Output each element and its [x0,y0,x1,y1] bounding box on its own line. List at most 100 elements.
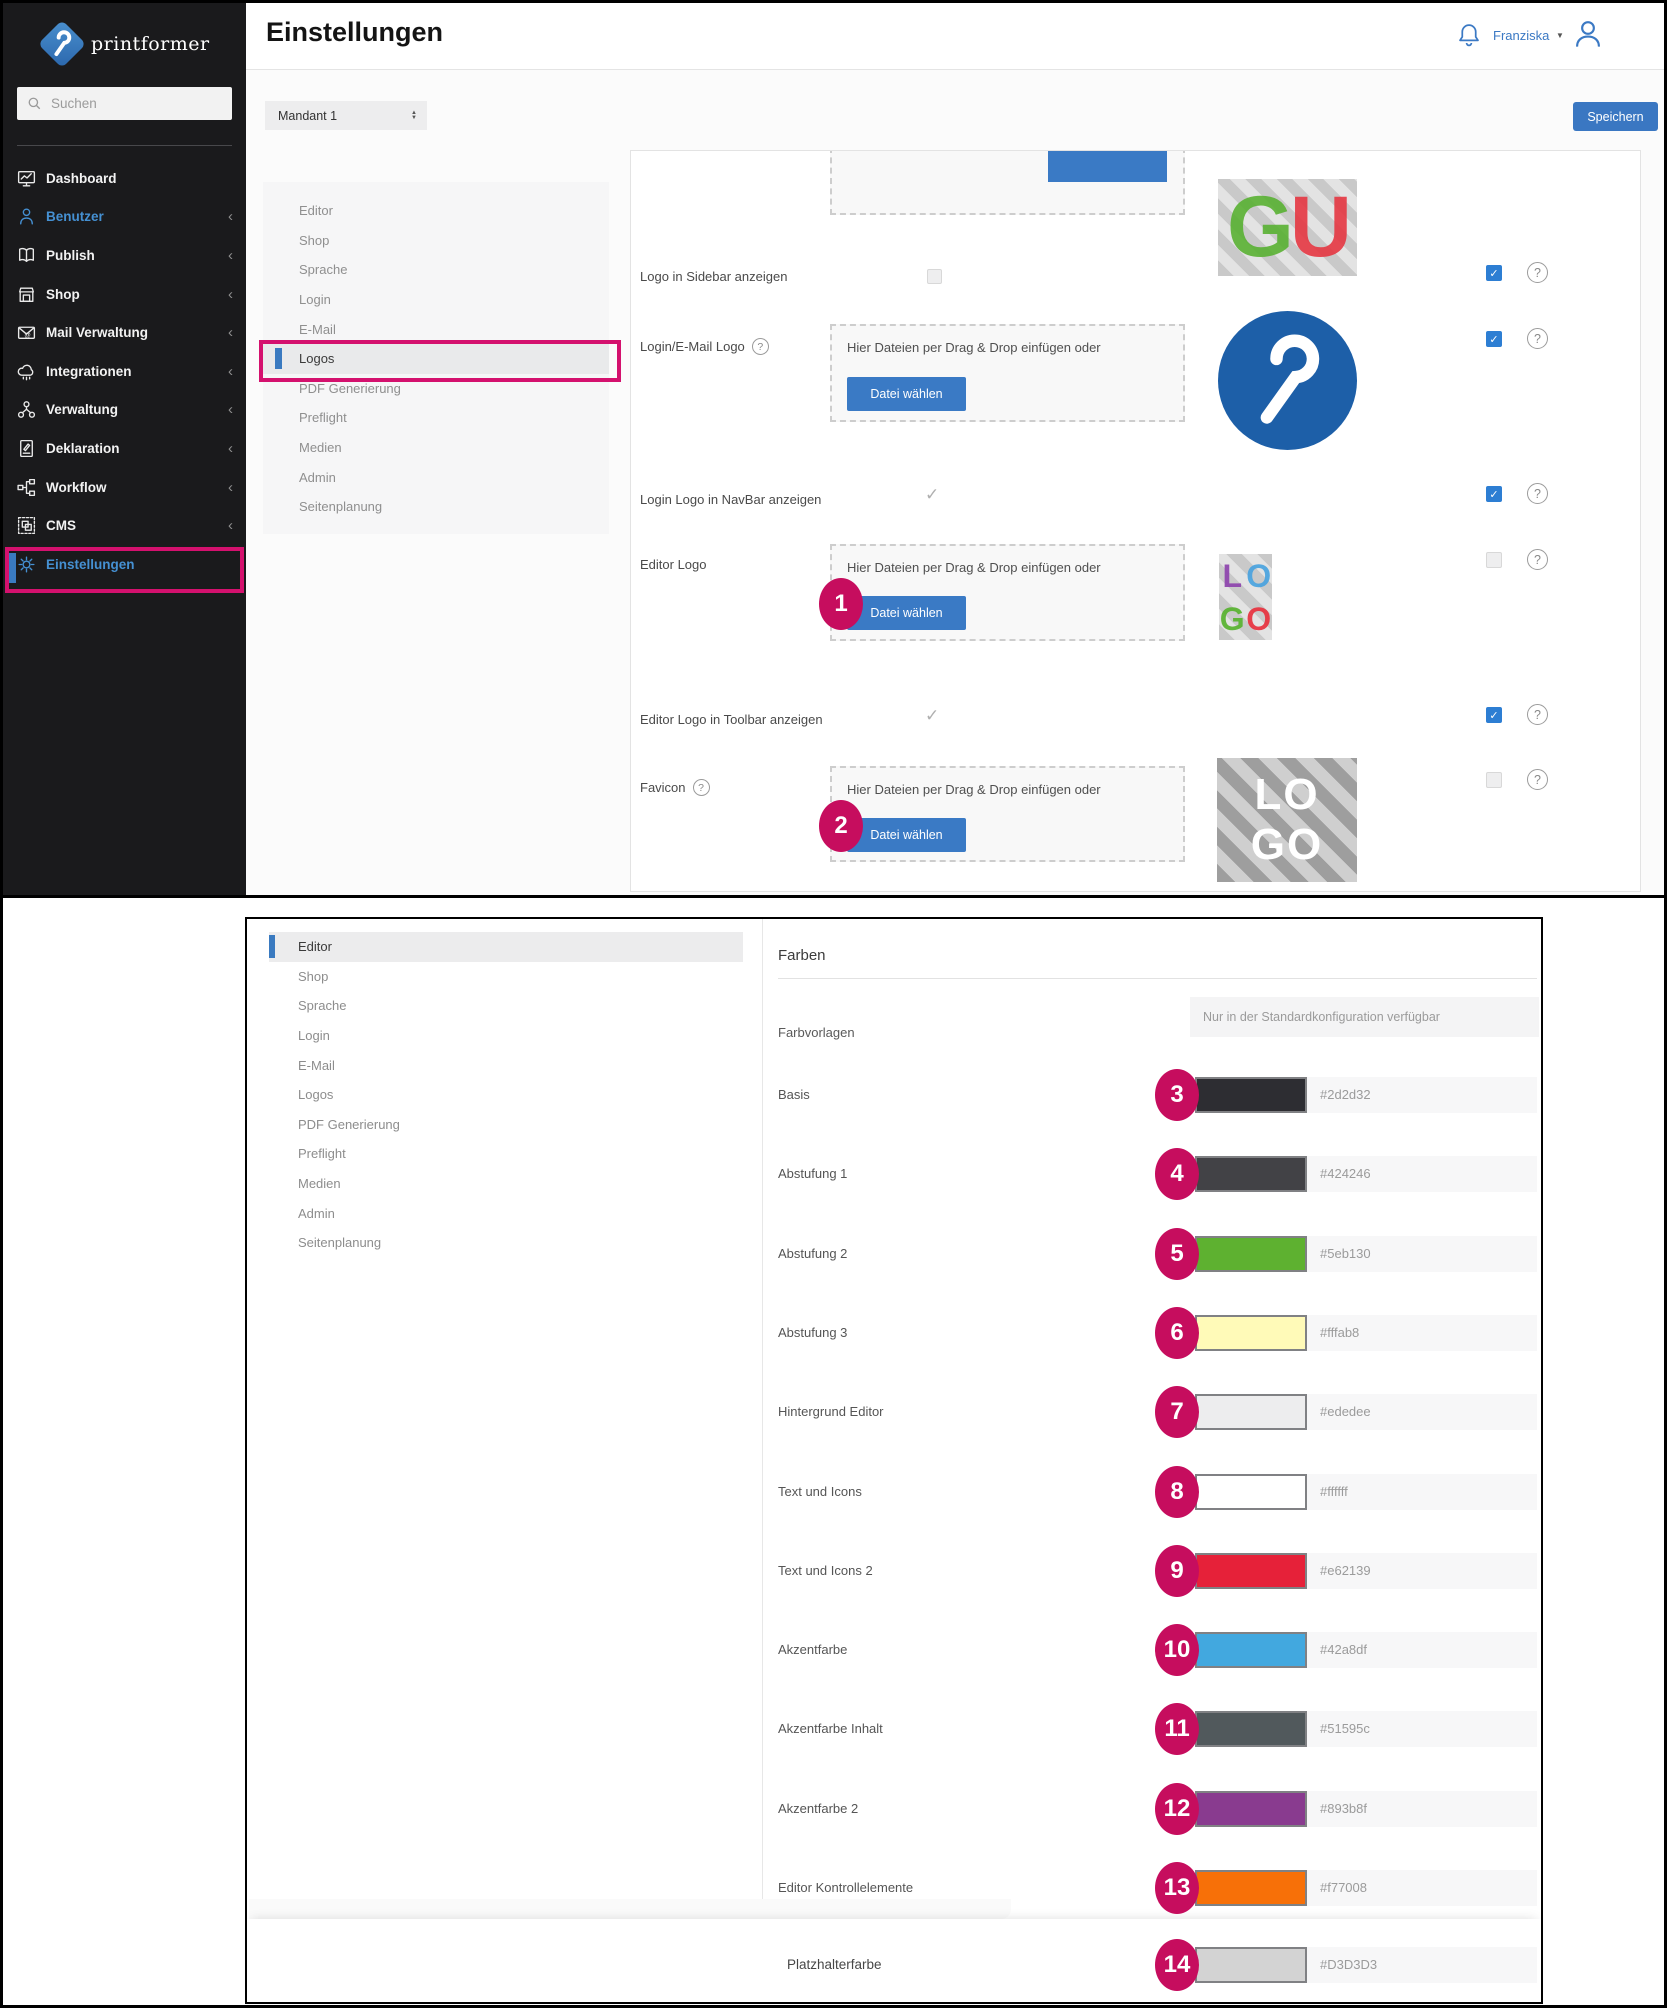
checkbox-logo-in-sidebar[interactable]: ✓ [927,269,942,284]
subnav-item-admin[interactable]: Admin [263,462,609,492]
subnav-item-seitenplanung[interactable]: Seitenplanung [269,1228,743,1258]
subnav-item-medien[interactable]: Medien [269,1169,743,1199]
help-icon[interactable]: ? [1527,704,1548,725]
help-icon[interactable]: ? [1527,262,1548,283]
save-button[interactable]: Speichern [1573,102,1658,131]
subnav-item-editor[interactable]: Editor [263,196,609,226]
sidebar-item-mail-verwaltung[interactable]: @ Mail Verwaltung‹ [3,313,246,352]
color-swatch[interactable] [1195,1474,1307,1510]
color-label: Abstufung 2 [778,1246,847,1261]
choose-file-button[interactable]: Datei wählen [847,818,966,852]
color-swatch[interactable] [1195,1077,1307,1113]
farbvorlagen-note: Nur in der Standardkonfiguration verfügb… [1190,997,1539,1037]
chevron-icon: ‹ [228,363,233,380]
choose-file-button[interactable]: Datei wählen [847,596,966,630]
subnav-item-editor[interactable]: Editor [269,932,743,962]
color-swatch[interactable] [1195,1791,1307,1827]
search-input[interactable]: Suchen [17,87,232,120]
color-hex-value: #893b8f [1320,1801,1367,1816]
sidebar-item-dashboard[interactable]: Dashboard [3,159,246,198]
subnav-item-sprache[interactable]: Sprache [269,991,743,1021]
subnav-item-sprache[interactable]: Sprache [263,255,609,285]
right-checkbox-1[interactable]: ✓ [1486,265,1502,281]
dashboard-icon [16,168,37,189]
user-menu-caret-icon[interactable]: ▼ [1556,31,1564,40]
subnav-item-admin[interactable]: Admin [269,1198,743,1228]
color-hex-value: #42a8df [1320,1642,1367,1657]
right-checkbox-5[interactable]: ✓ [1486,707,1502,723]
color-swatch[interactable] [1195,1711,1307,1747]
help-icon[interactable]: ? [693,779,710,796]
right-checkbox-3[interactable]: ✓ [1486,486,1502,502]
color-swatch[interactable] [1195,1156,1307,1192]
help-icon[interactable]: ? [1527,328,1548,349]
choose-file-button[interactable]: Datei wählen [847,377,966,411]
color-hex-value: #ededee [1320,1404,1371,1419]
label-farbvorlagen: Farbvorlagen [778,1025,855,1040]
sidebar-item-deklaration[interactable]: Deklaration‹ [3,429,246,468]
user-menu[interactable]: Franziska [1493,28,1549,43]
color-label: Abstufung 3 [778,1325,847,1340]
mail-icon: @ [16,322,37,343]
panel-divider [762,919,763,2002]
subnav-item-seitenplanung[interactable]: Seitenplanung [263,492,609,522]
checkbox-editor-logo-toolbar[interactable]: ✓ [925,706,939,726]
checkbox-login-logo-navbar[interactable]: ✓ [925,485,939,505]
label-login-logo-navbar: Login Logo in NavBar anzeigen [640,492,821,507]
header: Einstellungen Franziska ▼ [246,3,1664,70]
subnav-item-e-mail[interactable]: E-Mail [263,314,609,344]
subnav-item-pdf-generierung[interactable]: PDF Generierung [269,1110,743,1140]
color-swatch[interactable] [1195,1394,1307,1430]
sidebar-item-verwaltung[interactable]: Verwaltung‹ [3,391,246,430]
help-icon[interactable]: ? [1527,549,1548,570]
right-checkbox-4[interactable]: ✓ [1486,552,1502,568]
subnav-item-login[interactable]: Login [269,1021,743,1051]
help-icon[interactable]: ? [752,338,769,355]
top-screenshot-border [3,895,1664,898]
help-icon[interactable]: ? [1527,483,1548,504]
subnav-item-shop[interactable]: Shop [269,962,743,992]
color-hex-value: #5eb130 [1320,1246,1371,1261]
subnav-item-preflight[interactable]: Preflight [263,403,609,433]
mandant-select[interactable]: Mandant 1 ▲▼ [265,101,427,130]
sidebar-item-publish[interactable]: Publish‹ [3,236,246,275]
subnav-item-medien[interactable]: Medien [263,433,609,463]
search-icon [27,96,42,111]
callout-6: 6 [1155,1307,1199,1359]
callout-7: 7 [1155,1386,1199,1438]
color-swatch[interactable] [1195,1236,1307,1272]
notifications-bell-icon[interactable] [1456,21,1482,51]
color-hex-value: #424246 [1320,1166,1371,1181]
sidebar-item-workflow[interactable]: Workflow‹ [3,468,246,507]
subnav-item-login[interactable]: Login [263,285,609,315]
color-swatch[interactable] [1195,1315,1307,1351]
sidebar-item-cms[interactable]: CMS‹ [3,506,246,545]
right-checkbox-2[interactable]: ✓ [1486,331,1502,347]
subnav-item-logos[interactable]: Logos [263,344,609,374]
choose-file-button-partial[interactable] [1048,151,1167,182]
color-swatch[interactable] [1195,1947,1307,1983]
color-label: Abstufung 1 [778,1166,847,1181]
right-checkbox-6[interactable]: ✓ [1486,772,1502,788]
sidebar-item-benutzer[interactable]: Benutzer‹ [3,198,246,237]
sidebar-item-integrationen[interactable]: Integrationen‹ [3,352,246,391]
sidebar-item-shop[interactable]: Shop‹ [3,275,246,314]
color-swatch[interactable] [1195,1553,1307,1589]
subnav-item-preflight[interactable]: Preflight [269,1139,743,1169]
cms-icon [16,515,37,536]
subnav-item-shop[interactable]: Shop [263,226,609,256]
logos-settings-card: GU Logo in Sidebar anzeigen ✓ Login/E-Ma… [630,150,1641,892]
subnav-item-logos[interactable]: Logos [269,1080,743,1110]
chevron-icon: ‹ [228,517,233,534]
dropzone-partial[interactable] [830,150,1185,215]
help-icon[interactable]: ? [1527,769,1548,790]
user-avatar-icon[interactable] [1572,17,1604,51]
subnav-item-e-mail[interactable]: E-Mail [269,1050,743,1080]
color-hex-value: #fffab8 [1320,1325,1359,1340]
color-swatch[interactable] [1195,1632,1307,1668]
color-swatch[interactable] [1195,1870,1307,1906]
sidebar-item-einstellungen[interactable]: Einstellungen [3,545,246,584]
subnav-item-pdf-generierung[interactable]: PDF Generierung [263,374,609,404]
color-label: Platzhalterfarbe [787,1957,882,1972]
printformer-settings-screenshot: printformer Suchen Dashboard Benutzer‹ P… [0,0,1667,2008]
